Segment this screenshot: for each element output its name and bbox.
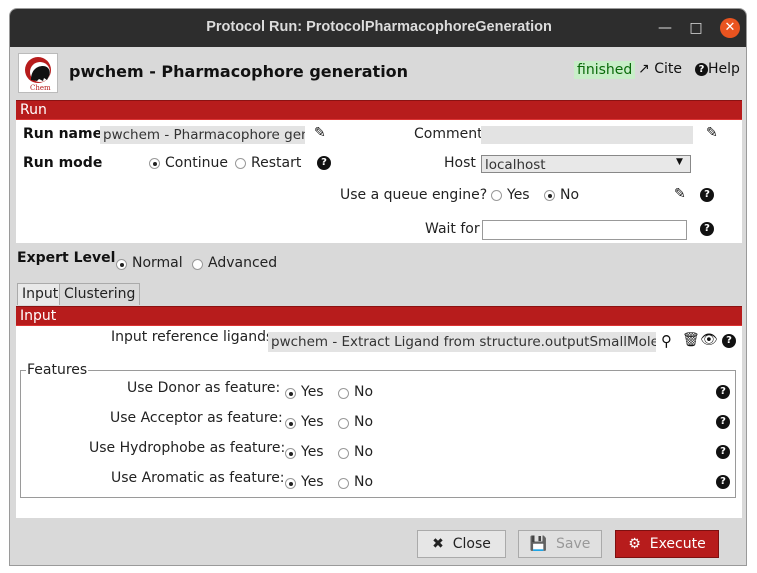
help-label: Help <box>708 61 740 77</box>
help-icon: ? <box>695 63 708 76</box>
run-mode-help-icon[interactable]: ? <box>317 156 331 170</box>
queue-no-label: No <box>560 187 580 203</box>
feature-aromatic-help-icon[interactable]: ? <box>716 475 730 489</box>
tab-input[interactable]: Input <box>17 283 64 305</box>
cite-label: Cite <box>654 61 682 77</box>
ref-ligands-help-icon[interactable]: ? <box>722 334 736 348</box>
external-link-icon: ↗ <box>638 61 650 77</box>
title-bar: Protocol Run: ProtocolPharmacophoreGener… <box>10 9 746 47</box>
feature-acceptor-no-radio[interactable] <box>338 418 349 429</box>
ref-ligands-input[interactable]: pwchem - Extract Ligand from structure.o… <box>268 332 656 352</box>
comment-input[interactable] <box>481 126 693 144</box>
wait-for-input[interactable] <box>482 220 687 240</box>
save-button[interactable]: 💾 Save <box>518 530 602 558</box>
gears-icon: ⚙ <box>628 536 641 552</box>
protocol-window: Protocol Run: ProtocolPharmacophoreGener… <box>9 8 747 566</box>
host-value: localhost <box>485 157 546 173</box>
close-window-icon[interactable]: ✕ <box>720 18 740 38</box>
feature-aromatic-no-radio[interactable] <box>338 478 349 489</box>
queue-no-radio[interactable] <box>544 190 555 201</box>
minimize-icon[interactable]: — <box>655 18 675 38</box>
execute-button[interactable]: ⚙ Execute <box>615 530 719 558</box>
search-icon[interactable]: ⚲ <box>661 332 672 350</box>
host-dropdown-chevron-icon[interactable]: ▼ <box>676 157 683 167</box>
wait-for-label: Wait for <box>425 221 480 237</box>
pwchem-logo-graphic: Chem <box>25 57 51 92</box>
run-section-header: Run <box>16 100 742 120</box>
comment-label: Comment <box>414 126 483 142</box>
feature-donor-label: Use Donor as feature: <box>127 380 281 396</box>
cite-link[interactable]: ↗ Cite <box>638 61 682 77</box>
feature-aromatic-no-label: No <box>354 474 374 490</box>
run-mode-restart-radio[interactable] <box>235 158 246 169</box>
protocol-header: Chem pwchem - Pharmacophore generation f… <box>10 47 746 101</box>
save-icon: 💾 <box>529 536 548 552</box>
features-legend: Features <box>26 362 89 378</box>
run-mode-restart-label: Restart <box>251 155 302 171</box>
host-label: Host <box>444 155 476 171</box>
feature-hydrophobe-label: Use Hydrophobe as feature: <box>89 440 286 456</box>
edit-queue-icon[interactable]: ✎ <box>674 186 686 202</box>
maximize-icon[interactable]: □ <box>686 18 706 38</box>
close-label: Close <box>452 536 491 552</box>
expert-normal-label: Normal <box>132 255 183 271</box>
run-name-input[interactable]: pwchem - Pharmacophore gene <box>100 126 305 144</box>
feature-acceptor-yes-radio[interactable] <box>285 418 296 429</box>
feature-hydrophobe-help-icon[interactable]: ? <box>716 445 730 459</box>
feature-donor-no-radio[interactable] <box>338 388 349 399</box>
feature-aromatic-yes-radio[interactable] <box>285 478 296 489</box>
feature-hydrophobe-no-label: No <box>354 444 374 460</box>
feature-hydrophobe-no-radio[interactable] <box>338 448 349 459</box>
close-x-icon: ✖ <box>432 536 444 552</box>
feature-aromatic-label: Use Aromatic as feature: <box>111 470 285 486</box>
feature-donor-yes-radio[interactable] <box>285 388 296 399</box>
queue-yes-label: Yes <box>507 187 530 203</box>
execute-label: Execute <box>649 536 706 552</box>
expert-level-label: Expert Level <box>17 250 116 266</box>
run-mode-continue-radio[interactable] <box>149 158 160 169</box>
help-link[interactable]: ? Help <box>695 61 740 77</box>
feature-donor-help-icon[interactable]: ? <box>716 385 730 399</box>
svg-text:Chem: Chem <box>30 84 51 92</box>
queue-yes-radio[interactable] <box>491 190 502 201</box>
feature-acceptor-label: Use Acceptor as feature: <box>110 410 283 426</box>
run-mode-continue-label: Continue <box>165 155 228 171</box>
feature-aromatic-yes-label: Yes <box>301 474 324 490</box>
feature-hydrophobe-yes-label: Yes <box>301 444 324 460</box>
expert-normal-radio[interactable] <box>116 259 127 270</box>
feature-acceptor-no-label: No <box>354 414 374 430</box>
feature-donor-no-label: No <box>354 384 374 400</box>
edit-comment-icon[interactable]: ✎ <box>706 125 718 141</box>
feature-donor-yes-label: Yes <box>301 384 324 400</box>
queue-engine-label: Use a queue engine? <box>340 187 488 203</box>
run-name-label: Run name <box>23 126 103 142</box>
host-select[interactable]: localhost <box>481 155 691 173</box>
save-label: Save <box>555 536 591 552</box>
run-mode-label: Run mode <box>23 155 103 171</box>
feature-acceptor-yes-label: Yes <box>301 414 324 430</box>
wait-for-help-icon[interactable]: ? <box>700 222 714 236</box>
close-button[interactable]: ✖ Close <box>417 530 506 558</box>
ref-ligands-label: Input reference ligands: <box>111 329 279 345</box>
eye-icon[interactable]: 👁 <box>700 332 718 348</box>
protocol-title: pwchem - Pharmacophore generation <box>69 62 409 81</box>
pwchem-logo: Chem <box>18 53 58 93</box>
tab-clustering[interactable]: Clustering <box>59 283 141 305</box>
input-section-header: Input <box>16 306 742 326</box>
expert-advanced-radio[interactable] <box>192 259 203 270</box>
feature-acceptor-help-icon[interactable]: ? <box>716 415 730 429</box>
expert-advanced-label: Advanced <box>208 255 278 271</box>
queue-help-icon[interactable]: ? <box>700 188 714 202</box>
run-panel: Run name pwchem - Pharmacophore gene ✎ C… <box>16 120 742 243</box>
status-badge: finished <box>574 61 636 79</box>
feature-hydrophobe-yes-radio[interactable] <box>285 448 296 459</box>
window-title: Protocol Run: ProtocolPharmacophoreGener… <box>206 19 552 35</box>
trash-icon[interactable]: 🗑 <box>682 332 700 348</box>
edit-run-name-icon[interactable]: ✎ <box>314 125 326 141</box>
